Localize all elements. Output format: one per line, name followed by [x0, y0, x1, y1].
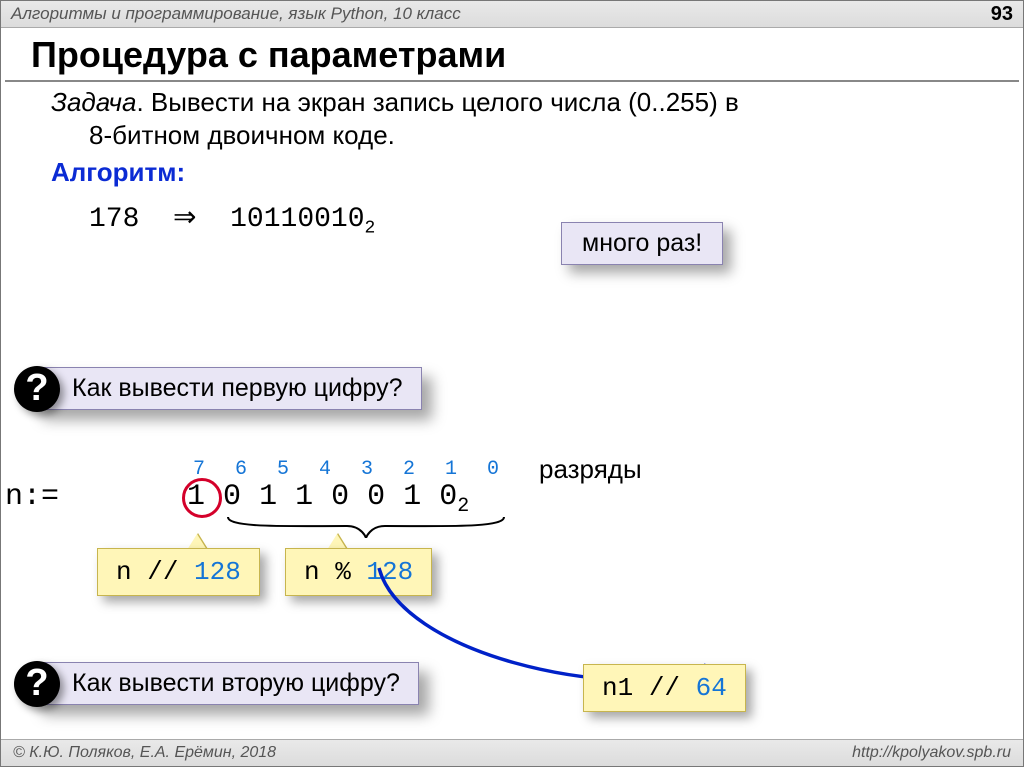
n-assign: n:= — [5, 480, 59, 514]
highlight-circle — [182, 478, 222, 518]
question-icon: ? — [14, 661, 60, 707]
page-number: 93 — [991, 3, 1013, 26]
task-label: Задача — [51, 87, 136, 117]
question-2: ? Как вывести вторую цифру? — [33, 662, 419, 705]
question-icon: ? — [14, 366, 60, 412]
code-n1-div-64: n1 // 64 — [583, 664, 746, 712]
task-text: Задача. Вывести на экран запись целого ч… — [51, 86, 993, 151]
question-1: ? Как вывести первую цифру? — [33, 367, 422, 410]
note-many-times: много раз! — [561, 222, 723, 265]
example-expression: 178 ⇒ 101100102 — [89, 200, 993, 239]
slide-title: Процедура с параметрами — [1, 28, 1023, 80]
slide-header: Алгоритмы и программирование, язык Pytho… — [1, 1, 1023, 28]
bit-row: 1 0 1 1 0 0 1 02 — [187, 480, 469, 518]
slide-footer: © К.Ю. Поляков, Е.А. Ерёмин, 2018 http:/… — [1, 739, 1023, 766]
course-name: Алгоритмы и программирование, язык Pytho… — [11, 4, 461, 24]
bit-positions-label: разряды — [539, 454, 642, 485]
copyright: © К.Ю. Поляков, Е.А. Ерёмин, 2018 — [13, 744, 276, 762]
code-n-div-128: n // 128 — [97, 548, 260, 596]
footer-url: http://kpolyakov.spb.ru — [852, 744, 1011, 762]
algorithm-label: Алгоритм: — [51, 157, 993, 188]
